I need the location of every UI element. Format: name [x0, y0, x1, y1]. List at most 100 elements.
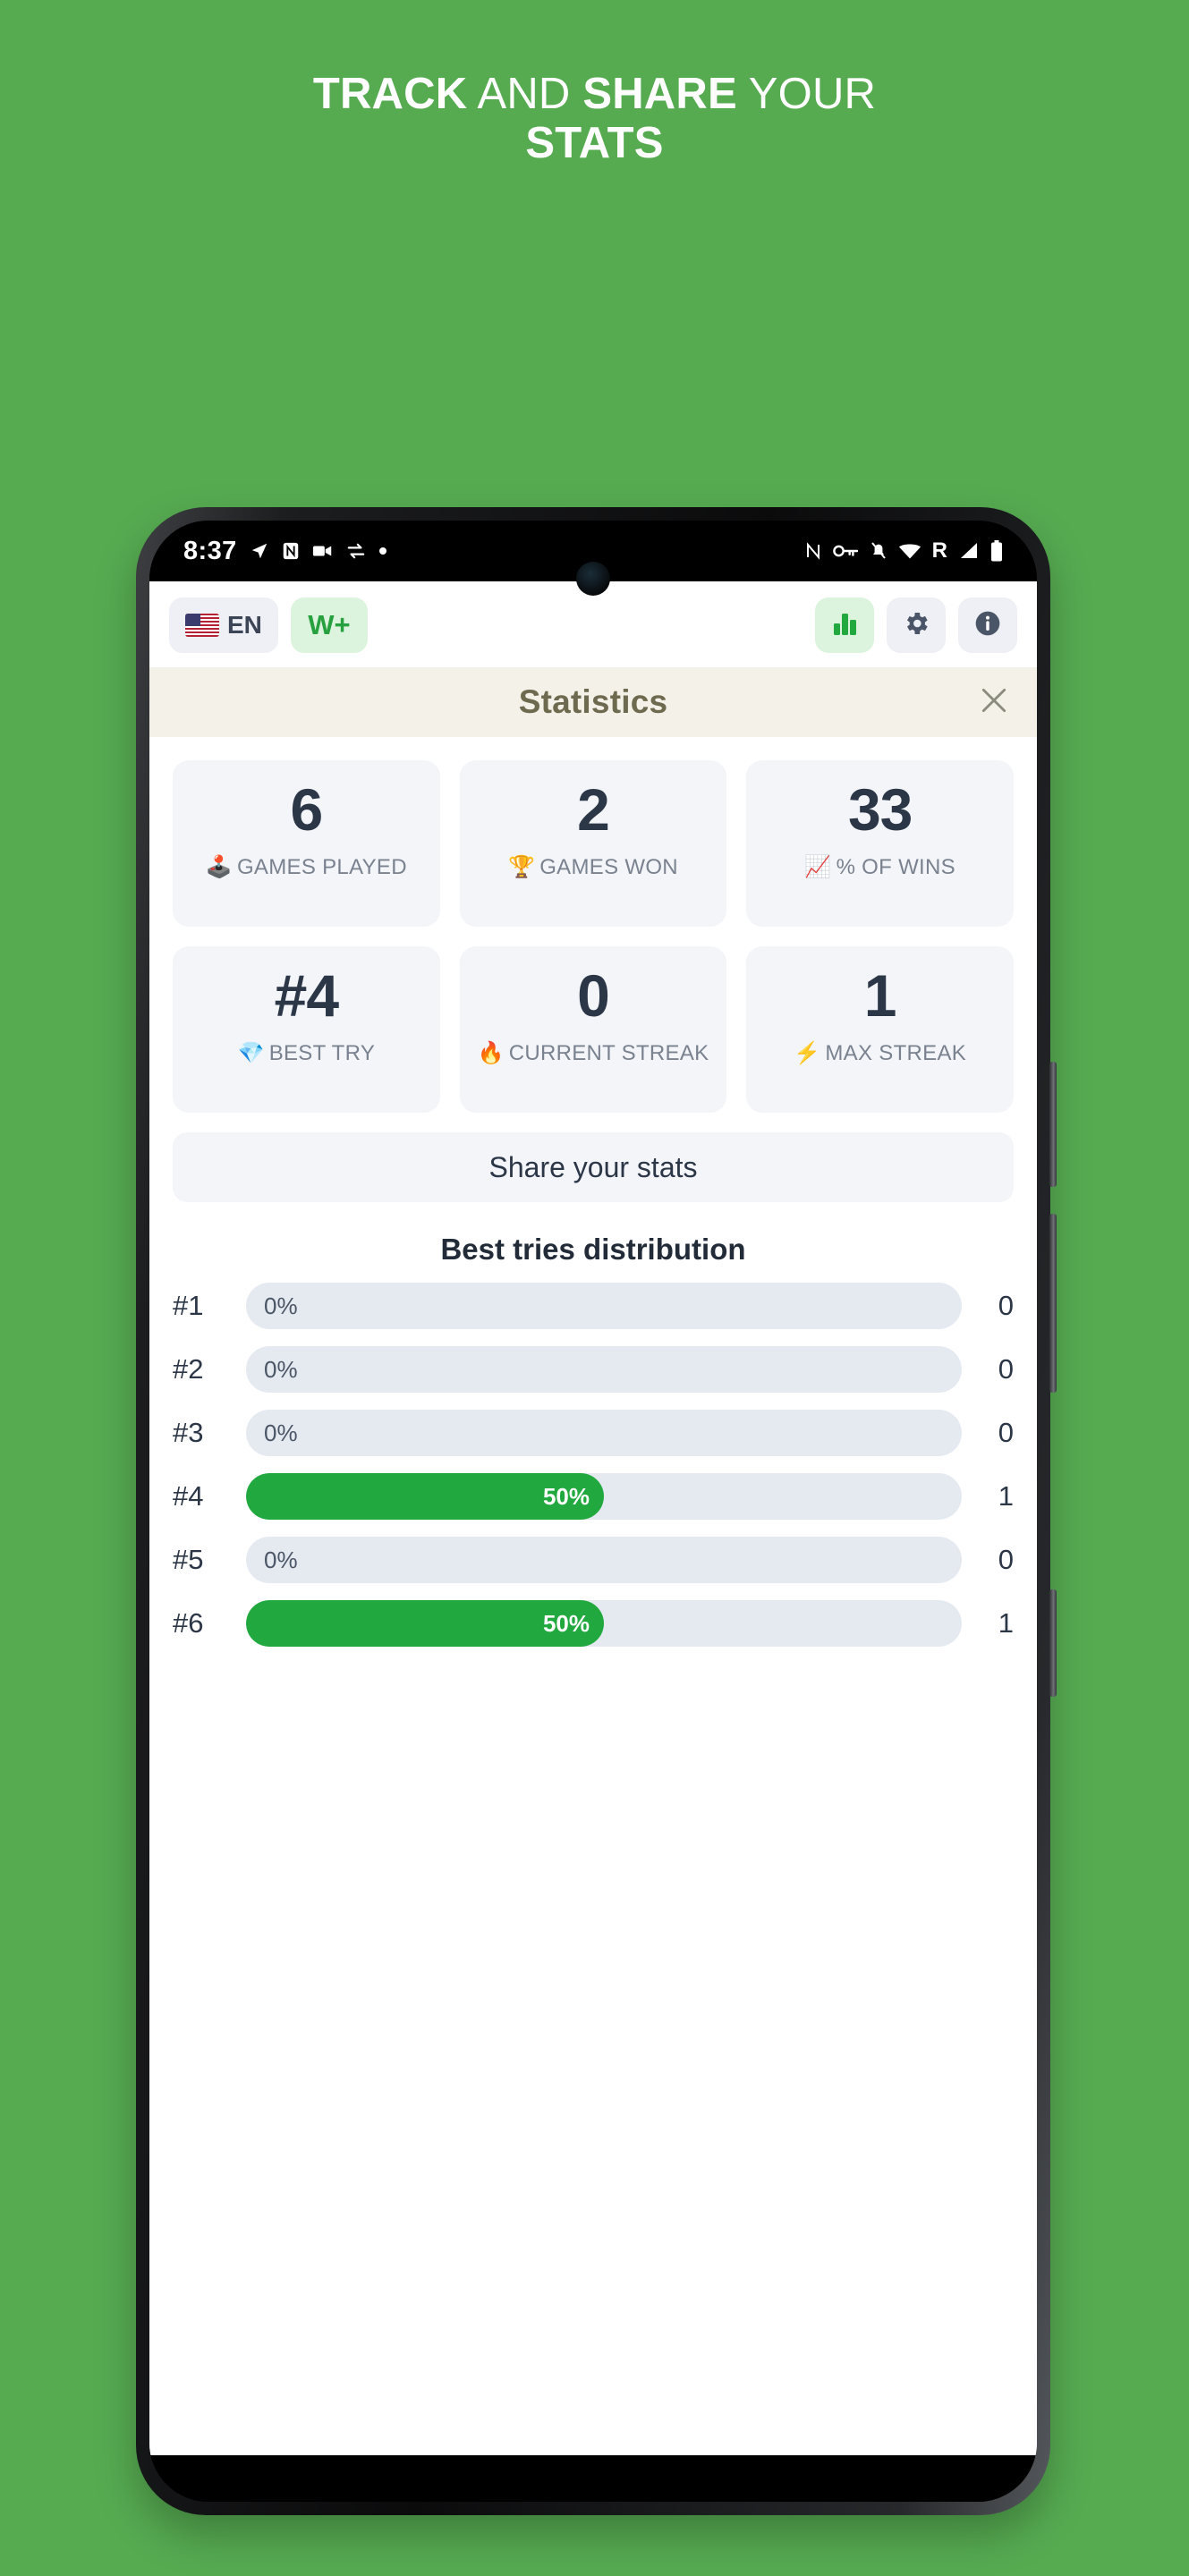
phone-device-frame: 8:37 R EN W+ Statistics 6 🕹️ GAMES PLAYE… — [136, 507, 1057, 2515]
distribution-row-key: #2 — [173, 1353, 204, 1385]
distribution-row-count: 1 — [998, 1607, 1014, 1639]
stat-value: 1 — [863, 962, 897, 1029]
lightning-icon: ⚡ — [794, 1041, 821, 1065]
stat-label-text: MAX STREAK — [825, 1041, 967, 1065]
distribution-row-track: 0% — [246, 1537, 962, 1583]
close-button[interactable] — [974, 682, 1014, 722]
fire-icon: 🔥 — [477, 1041, 505, 1065]
distribution-row-fill: 0% — [246, 1283, 314, 1329]
stat-label: 📈% OF WINS — [804, 853, 955, 882]
gem-icon: 💎 — [237, 1041, 265, 1065]
stat-label: 🏆 GAMES WON — [508, 853, 678, 882]
video-camera-icon — [312, 543, 334, 559]
promo-word-your: YOUR — [736, 70, 877, 118]
share-stats-button[interactable]: Share your stats — [173, 1132, 1014, 1202]
distribution-row-percent: 0% — [264, 1292, 298, 1319]
stat-card-current-streak: 0 🔥 CURRENT STREAK — [459, 946, 727, 1113]
stat-value: 33 — [847, 776, 913, 843]
stat-label-text: GAMES PLAYED — [236, 855, 407, 879]
distribution-row: #3 0% 0 — [173, 1410, 1014, 1456]
settings-button[interactable] — [887, 597, 946, 653]
distribution-row-fill: 50% — [246, 1473, 604, 1520]
stat-label: 🔥 CURRENT STREAK — [478, 1039, 709, 1068]
share-stats-label: Share your stats — [488, 1150, 698, 1183]
distribution-row-fill: 0% — [246, 1410, 314, 1456]
status-bar: 8:37 R — [149, 521, 1037, 596]
distribution-row-percent: 50% — [542, 1482, 590, 1510]
promo-word-track: TRACK — [312, 70, 468, 118]
distribution-row-fill: 0% — [246, 1537, 314, 1583]
phone-side-button-bottom[interactable] — [1049, 1589, 1057, 1697]
app-screen: EN W+ Statistics 6 🕹️ GAMES PLAYED 2 🏆 G… — [149, 581, 1037, 2455]
promo-word-share: SHARE — [582, 70, 737, 118]
status-bar-left: 8:37 — [183, 537, 387, 566]
cell-signal-icon — [959, 542, 979, 560]
page-title: Statistics — [518, 683, 668, 720]
distribution-row: #1 0% 0 — [173, 1283, 1014, 1329]
phone-side-button-middle[interactable] — [1049, 1214, 1057, 1393]
stat-card-percent-wins: 33 📈% OF WINS — [746, 760, 1014, 927]
stat-label-text: BEST TRY — [268, 1041, 376, 1065]
distribution-row-percent: 0% — [264, 1419, 298, 1446]
chart-up-icon: 📈 — [804, 855, 832, 879]
promo-line-2: STATS — [525, 118, 664, 167]
stats-button[interactable] — [815, 597, 874, 653]
distribution-row-key: #1 — [173, 1290, 204, 1321]
stat-label: ⚡ MAX STREAK — [794, 1039, 966, 1068]
wifi-icon — [898, 543, 921, 559]
distribution-row-track: 50% — [246, 1600, 962, 1647]
distribution-row-key: #6 — [173, 1607, 204, 1639]
distribution-row-count: 0 — [998, 1544, 1014, 1575]
distribution-row: #5 0% 0 — [173, 1537, 1014, 1583]
wplus-button[interactable]: W+ — [290, 597, 368, 653]
distribution-row-track: 50% — [246, 1473, 962, 1520]
distribution-row-track: 0% — [246, 1410, 962, 1456]
distribution-row: #2 0% 0 — [173, 1346, 1014, 1393]
gear-icon — [902, 609, 930, 642]
system-navigation-bar — [149, 2455, 1037, 2502]
language-selector[interactable]: EN — [169, 597, 278, 653]
wplus-label: W+ — [308, 609, 351, 640]
info-button[interactable] — [958, 597, 1017, 653]
status-bar-right: R — [805, 540, 1003, 562]
close-icon — [976, 682, 1012, 723]
front-camera-punch-hole — [576, 562, 610, 596]
info-icon — [973, 609, 1002, 642]
trophy-icon: 🏆 — [508, 855, 536, 879]
distribution-row-percent: 0% — [264, 1546, 298, 1573]
distribution-row-count: 0 — [998, 1290, 1014, 1321]
stat-value: #4 — [274, 962, 339, 1029]
nfc-n-icon — [805, 542, 821, 560]
statistics-body: 6 🕹️ GAMES PLAYED 2 🏆 GAMES WON 33 📈% OF W… — [149, 737, 1037, 2455]
distribution-row-key: #3 — [173, 1417, 204, 1448]
stat-card-row-2: #4 💎 BEST TRY 0 🔥 CURRENT STREAK 1 ⚡ MAX ST… — [173, 946, 1014, 1113]
stat-card-games-played: 6 🕹️ GAMES PLAYED — [173, 760, 440, 927]
distribution-chart: #1 0% 0 #2 0% 0 #3 0% 0 #4 50% 1 #5 0% 0… — [173, 1283, 1014, 1647]
distribution-row-count: 0 — [998, 1353, 1014, 1385]
stat-value: 0 — [577, 962, 610, 1029]
bell-off-icon — [870, 541, 888, 561]
stat-label-text: GAMES WON — [539, 855, 678, 879]
stat-value: 2 — [577, 776, 610, 843]
stat-card-games-won: 2 🏆 GAMES WON — [459, 760, 727, 927]
stat-card-max-streak: 1 ⚡ MAX STREAK — [746, 946, 1014, 1113]
us-flag-icon — [185, 614, 219, 637]
battery-icon — [990, 540, 1003, 562]
roaming-r-icon: R — [931, 538, 947, 563]
sync-icon — [346, 542, 366, 560]
distribution-row-count: 0 — [998, 1417, 1014, 1448]
stat-label-text: % OF WINS — [836, 855, 955, 879]
joystick-icon: 🕹️ — [205, 855, 233, 879]
promo-word-and: AND — [467, 70, 583, 118]
distribution-row-count: 1 — [998, 1480, 1014, 1512]
dot-icon — [378, 547, 387, 555]
distribution-row: #4 50% 1 — [173, 1473, 1014, 1520]
bar-chart-icon — [830, 609, 859, 642]
distribution-row-percent: 50% — [542, 1609, 590, 1637]
phone-side-button-top[interactable] — [1049, 1062, 1057, 1187]
stat-label-text: CURRENT STREAK — [508, 1041, 709, 1065]
distribution-row-fill: 0% — [246, 1346, 314, 1393]
promo-headline: TRACK AND SHARE YOUR STATS — [0, 70, 1189, 168]
distribution-row-track: 0% — [246, 1283, 962, 1329]
status-bar-clock: 8:37 — [183, 536, 237, 565]
